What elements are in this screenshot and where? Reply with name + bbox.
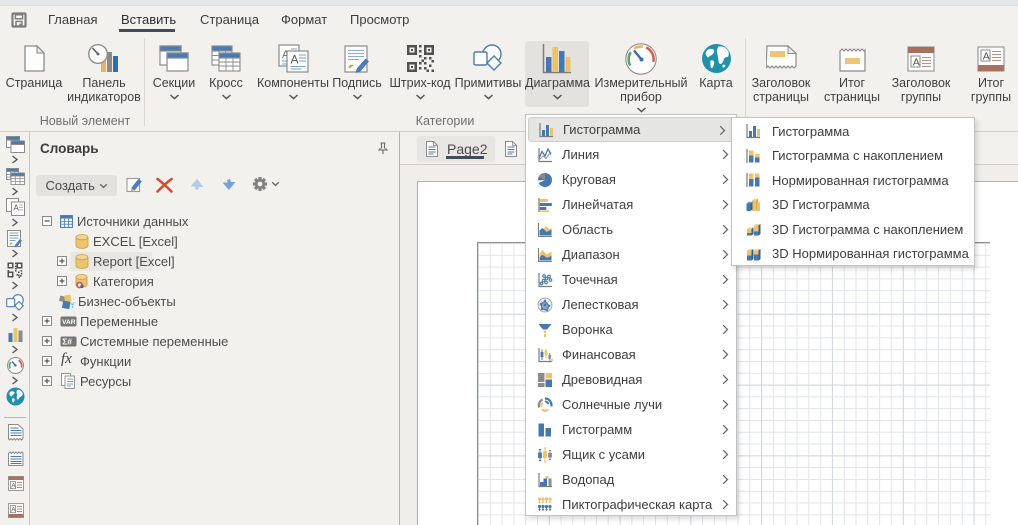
svg-text:VAR: VAR [62,319,76,326]
svg-text:A: A [11,482,16,489]
svg-text:A: A [983,50,990,62]
svg-text:A: A [913,56,920,68]
svg-text:A: A [11,506,16,513]
svg-text:Σ#: Σ# [62,337,72,347]
svg-text:A: A [14,204,20,213]
svg-text:A: A [290,53,298,67]
